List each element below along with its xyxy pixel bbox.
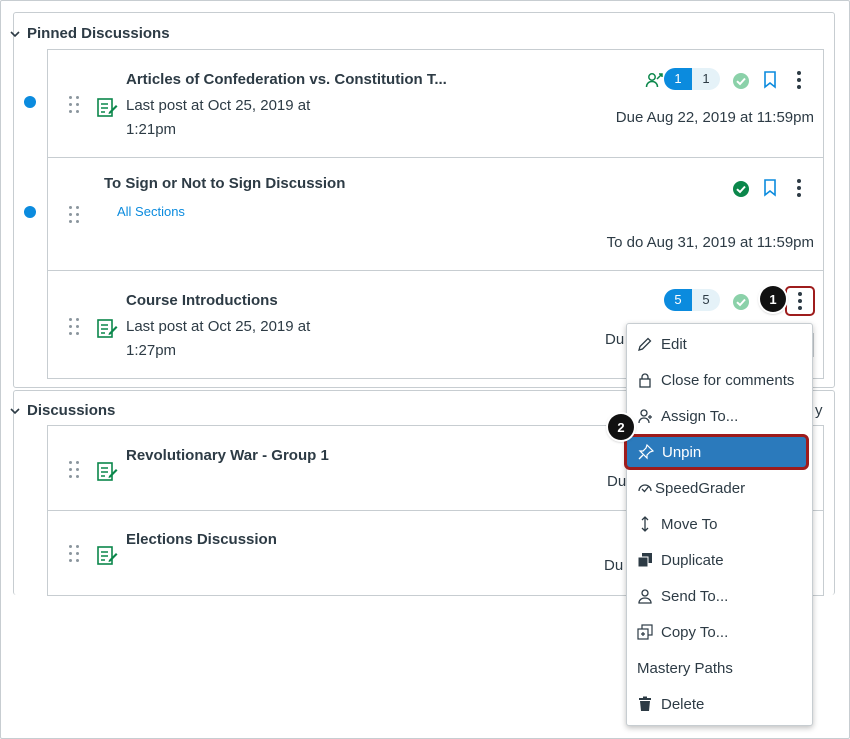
unread-indicator [24,96,36,108]
speedgrader-icon [638,484,652,493]
chevron-down-icon [10,407,20,414]
published-check-icon[interactable] [732,72,750,90]
discussion-icon [97,462,118,481]
bookmark-icon[interactable] [763,179,777,197]
discussion-icon [97,319,118,338]
last-post-time: 1:21pm [126,121,177,138]
discussions-toggle[interactable]: Discussions [10,402,115,419]
discussion-icon [97,98,118,117]
lock-icon [639,373,651,388]
options-menu: Edit Close for comments Assign To... Unp… [624,323,813,726]
due-date-partial: Du [604,557,624,574]
discussion-title-link[interactable]: Course Introductions [126,292,278,309]
step-callout-2: 2 [608,414,634,440]
menu-item-label: Delete [661,695,705,713]
menu-item-label: SpeedGrader [655,479,746,497]
copy-icon [637,624,653,640]
drag-handle-icon[interactable] [68,206,82,228]
published-check-icon[interactable] [732,293,750,311]
move-arrows-icon [641,516,649,532]
more-options-button-active[interactable] [785,286,815,316]
send-user-icon [638,589,652,604]
total-count: 1 [692,68,720,90]
discussions-heading: Discussions [27,402,116,419]
more-options-icon[interactable] [789,178,809,198]
drag-handle-icon[interactable] [68,318,82,340]
unread-count: 1 [664,68,692,90]
menu-item-label: Mastery Paths [637,659,733,677]
total-count: 5 [692,289,720,311]
discussion-icon [97,546,118,565]
menu-item-move-to[interactable]: Move To [627,506,812,542]
due-date-partial: Du [605,331,625,348]
last-post-time: 1:27pm [126,342,177,359]
last-post-text: Last post at Oct 25, 2019 at 1:21pm [126,94,310,142]
discussion-title-link[interactable]: Articles of Confederation vs. Constituti… [126,71,447,88]
unread-indicator [24,206,36,218]
menu-item-label: Close for comments [661,371,795,389]
menu-item-send-to[interactable]: Send To... [627,578,812,614]
menu-item-label: Edit [661,335,687,353]
pinned-discussions-toggle[interactable]: Pinned Discussions [10,25,170,42]
menu-item-speedgrader[interactable]: SpeedGrader [627,470,812,506]
menu-item-copy-to[interactable]: Copy To... [627,614,812,650]
trash-icon [639,696,651,711]
duplicate-icon [637,553,652,568]
menu-item-label: Move To [661,515,718,533]
menu-item-label: Assign To... [661,407,739,425]
menu-item-label: Send To... [661,587,729,605]
pencil-icon [638,337,652,351]
due-date: Due Aug 22, 2019 at 11:59pm [615,109,814,126]
pin-icon [638,444,654,460]
assigned-users-icon [645,73,663,88]
reply-count-badge: 1 1 [664,68,720,90]
drag-handle-icon[interactable] [68,96,82,118]
last-post-text: Last post at Oct 25, 2019 at 1:27pm [126,315,310,363]
menu-item-assign-to[interactable]: Assign To... [627,398,812,434]
menu-item-unpin[interactable]: Unpin [624,434,809,470]
discussion-title-link[interactable]: Elections Discussion [126,531,277,548]
menu-item-edit[interactable]: Edit [627,326,812,362]
menu-item-close-for-comments[interactable]: Close for comments [627,362,812,398]
discussion-title-link[interactable]: To Sign or Not to Sign Discussion [104,175,345,192]
due-date-partial: Du [607,473,627,490]
step-callout-1: 1 [760,286,786,312]
discussion-title-link[interactable]: Revolutionary War - Group 1 [126,447,329,464]
menu-item-label: Unpin [662,443,702,461]
last-post-line: Last post at Oct 25, 2019 at [126,318,311,335]
assign-user-icon [638,409,652,424]
todo-date: To do Aug 31, 2019 at 11:59pm [606,234,814,251]
unread-count: 5 [664,289,692,311]
bookmark-icon[interactable] [763,71,777,89]
menu-item-label: Duplicate [661,551,724,569]
more-options-icon[interactable] [789,70,809,90]
last-post-line: Last post at Oct 25, 2019 at [126,97,311,114]
reply-count-badge: 5 5 [664,289,720,311]
menu-item-mastery-paths[interactable]: Mastery Paths [627,650,812,686]
drag-handle-icon[interactable] [68,545,82,567]
menu-item-label: Copy To... [661,623,729,641]
chevron-down-icon [10,30,20,37]
pinned-discussions-heading: Pinned Discussions [27,25,170,42]
published-check-icon[interactable] [732,180,750,198]
menu-item-duplicate[interactable]: Duplicate [627,542,812,578]
drag-handle-icon[interactable] [68,461,82,483]
heading-tail-partial: y [815,402,823,419]
sections-link[interactable]: All Sections [117,204,185,219]
menu-item-delete[interactable]: Delete [627,686,812,722]
